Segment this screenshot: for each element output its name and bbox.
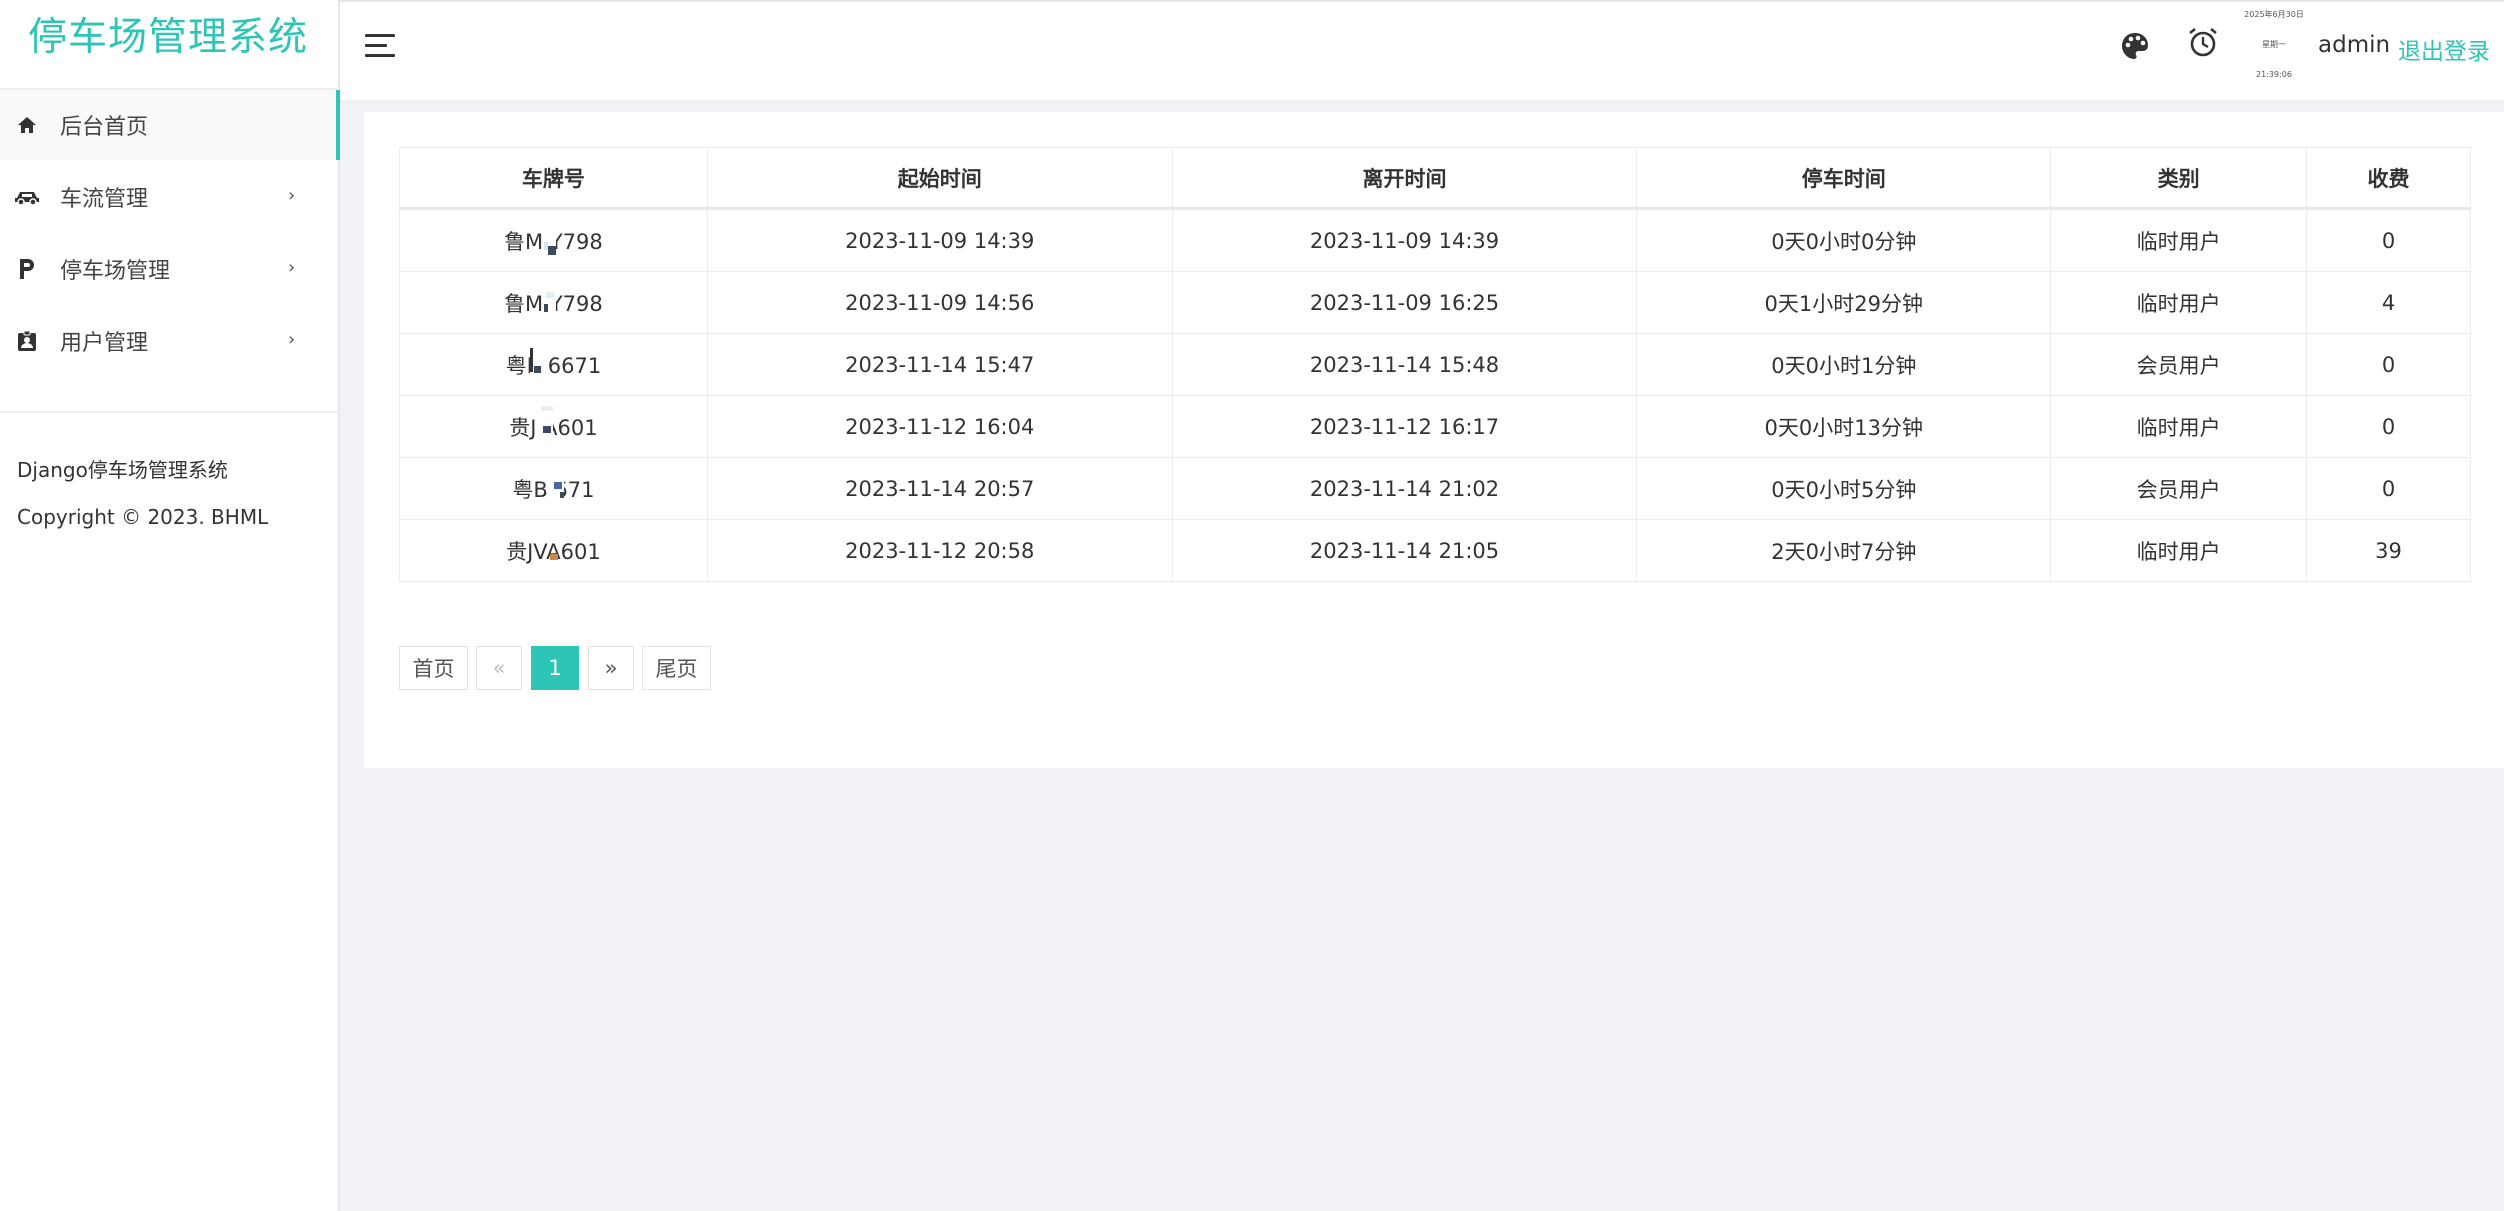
- next-page-button[interactable]: »: [588, 646, 634, 690]
- fee-cell: 4: [2306, 271, 2471, 334]
- start-time-cell: 2023-11-12 20:58: [706, 519, 1173, 582]
- duration-cell: 0天0小时1分钟: [1636, 333, 2052, 396]
- plate-cell: 贵J A601: [399, 395, 708, 458]
- duration-cell: 0天1小时29分钟: [1636, 271, 2052, 334]
- chevron-right-icon: ›: [288, 257, 296, 279]
- sidebar-item-label: 停车场管理: [60, 259, 171, 284]
- end-time-cell: 2023-11-09 16:25: [1171, 271, 1638, 334]
- end-time-cell: 2023-11-14 21:05: [1171, 519, 1638, 582]
- sidebar-item-home[interactable]: 后台首页: [0, 90, 340, 160]
- fee-cell: 0: [2306, 333, 2471, 396]
- column-header: 离开时间: [1171, 147, 1638, 210]
- header: 2025年6月30日 星期一 21:39:06 admin 退出登录: [340, 0, 2504, 104]
- category-cell: 会员用户: [2050, 457, 2308, 520]
- end-time-cell: 2023-11-14 15:48: [1171, 333, 1638, 396]
- redaction-mask: [544, 281, 557, 318]
- duration-cell: 0天0小时5分钟: [1636, 457, 2052, 520]
- plate-number: 贵J A601: [509, 415, 598, 440]
- chevron-right-icon: ›: [288, 185, 296, 207]
- home-icon: [14, 112, 40, 138]
- table-row: 鲁M Y798 2023-11-09 14:56 2023-11-09 16:2…: [399, 271, 2471, 334]
- plate-cell: 贵JVA601: [399, 519, 708, 582]
- alarm-clock-icon[interactable]: [2187, 26, 2219, 60]
- column-header: 收费: [2306, 147, 2471, 210]
- plate-number: 粤B 6671: [505, 353, 602, 378]
- sidebar-item-traffic[interactable]: 车流管理 ›: [0, 162, 340, 232]
- fee-cell: 0: [2306, 395, 2471, 458]
- table-row: 粤B 6671 2023-11-14 15:47 2023-11-14 15:4…: [399, 333, 2471, 396]
- start-time-cell: 2023-11-14 15:47: [706, 333, 1173, 396]
- logout-link[interactable]: 退出登录: [2398, 32, 2490, 66]
- start-time-cell: 2023-11-09 14:56: [706, 271, 1173, 334]
- plate-cell: 粤B 671: [399, 457, 708, 520]
- sidebar-item-label: 后台首页: [60, 115, 149, 140]
- category-cell: 临时用户: [2050, 208, 2308, 272]
- fee-cell: 0: [2306, 208, 2471, 272]
- redaction-mask: [529, 343, 542, 380]
- redaction-mask: [544, 219, 557, 256]
- start-time-cell: 2023-11-14 20:57: [706, 457, 1173, 520]
- divider: [0, 411, 340, 413]
- column-header: 类别: [2050, 147, 2308, 210]
- datetime-display: 2025年6月30日 星期一 21:39:06: [2232, 8, 2316, 96]
- user-badge-icon: [14, 328, 40, 354]
- car-icon: [14, 184, 40, 210]
- fee-cell: 39: [2306, 519, 2471, 582]
- prev-page-button[interactable]: «: [476, 646, 522, 690]
- category-cell: 临时用户: [2050, 519, 2308, 582]
- first-page-button[interactable]: 首页: [399, 646, 468, 690]
- redaction-mask: [546, 530, 559, 566]
- clock-time: 21:39:06: [2256, 70, 2292, 79]
- chevron-right-icon: ›: [288, 329, 296, 351]
- end-time-cell: 2023-11-09 14:39: [1171, 208, 1638, 272]
- plate-cell: 鲁M Y798: [399, 208, 708, 272]
- column-header: 起始时间: [706, 147, 1173, 210]
- footer-copyright: Copyright © 2023. BHML: [17, 505, 269, 529]
- category-cell: 临时用户: [2050, 395, 2308, 458]
- duration-cell: 2天0小时7分钟: [1636, 519, 2052, 582]
- parking-records-table: 车牌号 起始时间 离开时间 停车时间 类别 收费 鲁M Y798 2023-11…: [399, 147, 2471, 582]
- sidebar: 停车场管理系统 后台首页 车流管理 › 停车场管理 › 用户管理 › Djang…: [0, 0, 340, 1211]
- duration-cell: 0天0小时0分钟: [1636, 208, 2052, 272]
- table-row: 贵JVA601 2023-11-12 20:58 2023-11-14 21:0…: [399, 519, 2471, 582]
- table-row: 鲁M Y798 2023-11-09 14:39 2023-11-09 14:3…: [399, 208, 2471, 272]
- last-page-button[interactable]: 尾页: [642, 646, 711, 690]
- table-row: 粤B 671 2023-11-14 20:57 2023-11-14 21:02…: [399, 457, 2471, 520]
- end-time-cell: 2023-11-14 21:02: [1171, 457, 1638, 520]
- parking-icon: [14, 256, 40, 282]
- category-cell: 会员用户: [2050, 333, 2308, 396]
- end-time-cell: 2023-11-12 16:17: [1171, 395, 1638, 458]
- sidebar-item-parking[interactable]: 停车场管理 ›: [0, 234, 340, 304]
- start-time-cell: 2023-11-12 16:04: [706, 395, 1173, 458]
- palette-icon[interactable]: [2119, 30, 2151, 62]
- plate-cell: 粤B 6671: [399, 333, 708, 396]
- redaction-mask: [552, 467, 565, 504]
- content-panel: 车牌号 起始时间 离开时间 停车时间 类别 收费 鲁M Y798 2023-11…: [364, 112, 2504, 768]
- sidebar-item-users[interactable]: 用户管理 ›: [0, 306, 340, 376]
- fee-cell: 0: [2306, 457, 2471, 520]
- clock-date: 2025年6月30日: [2244, 10, 2304, 19]
- plate-cell: 鲁M Y798: [399, 271, 708, 334]
- page-1-button[interactable]: 1: [531, 646, 579, 690]
- clock-weekday: 星期一: [2262, 40, 2286, 49]
- start-time-cell: 2023-11-09 14:39: [706, 208, 1173, 272]
- redaction-mask: [541, 405, 554, 442]
- menu-toggle-icon[interactable]: [365, 32, 399, 60]
- app-title: 停车场管理系统: [28, 15, 309, 60]
- sidebar-item-label: 车流管理: [60, 187, 149, 212]
- sidebar-item-label: 用户管理: [60, 331, 149, 356]
- username[interactable]: admin: [2318, 32, 2390, 58]
- footer-app-name: Django停车场管理系统: [17, 458, 228, 482]
- table-header-row: 车牌号 起始时间 离开时间 停车时间 类别 收费: [399, 147, 2471, 210]
- duration-cell: 0天0小时13分钟: [1636, 395, 2052, 458]
- column-header: 车牌号: [399, 147, 708, 210]
- category-cell: 临时用户: [2050, 271, 2308, 334]
- table-row: 贵J A601 2023-11-12 16:04 2023-11-12 16:1…: [399, 395, 2471, 458]
- column-header: 停车时间: [1636, 147, 2052, 210]
